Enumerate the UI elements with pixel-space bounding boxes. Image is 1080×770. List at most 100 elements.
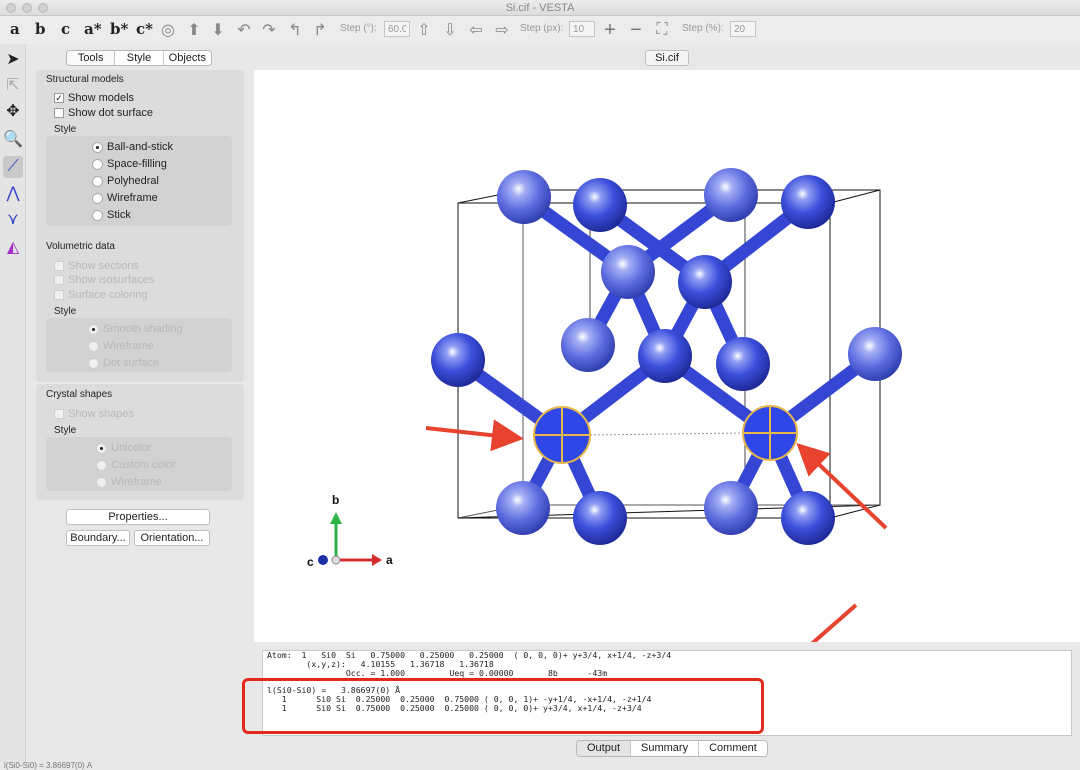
atom[interactable] [716, 337, 770, 391]
orientation-button[interactable]: Orientation... [134, 530, 210, 546]
atom[interactable] [573, 491, 627, 545]
toolbar: a b c a* b* c* ◎ ⬆ ⬇ ↶ ↷ ↰ ↱ Step (°): ⇧… [0, 16, 1080, 44]
boundary-button[interactable]: Boundary... [66, 530, 130, 546]
show-isosurfaces-checkbox[interactable]: Show isosurfaces [54, 274, 154, 286]
volumetric-style-box: Smooth shading Wireframe Dot surface [46, 318, 232, 372]
atoms [431, 168, 902, 545]
rotate-ccw-icon[interactable]: ↰ [285, 20, 305, 40]
rotate-left-icon[interactable]: ↶ [234, 20, 254, 40]
axes-gizmo: a b c [307, 493, 393, 569]
step-deg-label: Step (°): [340, 23, 377, 34]
volumetric-data-title: Volumetric data [46, 241, 115, 252]
selected-atom-left[interactable] [533, 406, 591, 464]
distance-measure-line [589, 432, 745, 436]
axis-b-label: b [332, 493, 339, 507]
ball-and-stick-radio[interactable]: Ball-and-stick [92, 141, 173, 153]
space-filling-radio[interactable]: Space-filling [92, 158, 167, 170]
dot-surface-radio[interactable]: Dot surface [88, 357, 159, 369]
show-dot-surface-checkbox[interactable]: Show dot surface [54, 107, 153, 119]
unicolor-radio[interactable]: Unicolor [96, 442, 151, 454]
show-models-checkbox[interactable]: ✓ Show models [54, 92, 134, 104]
window-title: Si.cif - VESTA [505, 2, 575, 14]
fit-to-window-icon[interactable]: ⛶ [652, 20, 672, 40]
crystal-wireframe-radio[interactable]: Wireframe [96, 476, 162, 488]
atom[interactable] [638, 329, 692, 383]
rotate-up-icon[interactable]: ⬆ [184, 20, 204, 40]
output-annotation-box [242, 678, 764, 734]
tool-palette: ➤ ⇱ ✥ 🔍 ⟋ ⋀ ⋎ ◭ [0, 44, 26, 770]
atom[interactable] [848, 327, 902, 381]
atom[interactable] [497, 170, 551, 224]
view-along-c-button[interactable]: c [61, 20, 70, 38]
custom-color-radio[interactable]: Custom color [96, 459, 176, 471]
select-tool-icon[interactable]: ➤ [3, 48, 23, 70]
volumetric-style-title: Style [54, 306, 77, 317]
axis-c-label: c [307, 555, 314, 569]
atom[interactable] [781, 175, 835, 229]
atom[interactable] [601, 245, 655, 299]
tab-tools[interactable]: Tools [67, 51, 116, 65]
translate-tool-icon[interactable]: ✥ [3, 100, 23, 122]
arrow-left-annotation [425, 419, 524, 452]
atom[interactable] [496, 481, 550, 535]
plane-tool-icon[interactable]: ◭ [3, 236, 23, 258]
view-along-c-star-button[interactable]: c* [136, 20, 153, 38]
rotate-cw-icon[interactable]: ↱ [310, 20, 330, 40]
tab-comment[interactable]: Comment [699, 741, 767, 756]
view-along-b-star-button[interactable]: b* [110, 20, 128, 38]
structural-style-box: Ball-and-stick Space-filling Polyhedral … [46, 136, 232, 226]
angle-tool-icon[interactable]: ⋀ [3, 182, 23, 204]
polyhedral-radio[interactable]: Polyhedral [92, 175, 159, 187]
step-deg-input[interactable] [384, 21, 410, 37]
vesta-window: Si.cif - VESTA a b c a* b* c* ◎ ⬆ ⬇ ↶ ↷ … [0, 0, 1080, 770]
zoom-out-icon[interactable]: − [626, 19, 646, 41]
selected-atom-right[interactable] [742, 405, 798, 461]
tab-objects[interactable]: Objects [163, 51, 211, 65]
smooth-shading-radio[interactable]: Smooth shading [88, 323, 183, 335]
surface-coloring-checkbox[interactable]: Surface coloring [54, 289, 148, 301]
atom[interactable] [704, 481, 758, 535]
side-panel: Tools Style Objects Structural models ✓ S… [34, 48, 246, 758]
move-down-icon[interactable]: ⇩ [440, 20, 460, 40]
volumetric-wireframe-radio[interactable]: Wireframe [88, 340, 154, 352]
show-shapes-checkbox[interactable]: Show shapes [54, 408, 134, 420]
viewport-tab[interactable]: Si.cif [645, 50, 689, 66]
crystal-structure-view[interactable]: a b c [254, 70, 1080, 687]
rotate-right-icon[interactable]: ↷ [259, 20, 279, 40]
view-along-a-star-button[interactable]: a* [84, 20, 102, 38]
distance-tool-icon[interactable]: ⟋ [3, 156, 23, 178]
stick-radio[interactable]: Stick [92, 209, 131, 221]
tab-output[interactable]: Output [577, 741, 632, 756]
step-pct-label: Step (%): [682, 23, 724, 34]
atom[interactable] [561, 318, 615, 372]
magnifier-tool-icon[interactable]: 🔍 [3, 128, 23, 150]
output-tabs: Output Summary Comment [576, 740, 768, 757]
dihedral-tool-icon[interactable]: ⋎ [3, 208, 23, 230]
atom[interactable] [431, 333, 485, 387]
select-region-tool-icon[interactable]: ⇱ [3, 74, 23, 96]
atom[interactable] [678, 255, 732, 309]
wireframe-radio[interactable]: Wireframe [92, 192, 158, 204]
side-tabs: Tools Style Objects [66, 50, 212, 66]
step-px-input[interactable] [569, 21, 595, 37]
crystal-style-title: Style [54, 425, 77, 436]
show-sections-checkbox[interactable]: Show sections [54, 260, 139, 272]
standard-orientation-icon[interactable]: ◎ [158, 20, 178, 40]
step-px-label: Step (px): [520, 23, 564, 34]
tab-style[interactable]: Style [115, 51, 164, 65]
atom[interactable] [704, 168, 758, 222]
view-along-b-button[interactable]: b [35, 20, 46, 38]
atom[interactable] [781, 491, 835, 545]
zoom-in-icon[interactable]: + [600, 19, 620, 41]
atom[interactable] [573, 178, 627, 232]
view-along-a-button[interactable]: a [10, 20, 20, 38]
properties-button[interactable]: Properties... [66, 509, 210, 525]
move-right-icon[interactable]: ⇨ [492, 20, 512, 40]
crystal-shapes-group: Crystal shapes Show shapes Style Unicolo… [36, 384, 244, 500]
move-left-icon[interactable]: ⇦ [466, 20, 486, 40]
tab-summary[interactable]: Summary [631, 741, 700, 756]
step-pct-input[interactable] [730, 21, 756, 37]
rotate-down-icon[interactable]: ⬇ [208, 20, 228, 40]
move-up-icon[interactable]: ⇧ [414, 20, 434, 40]
structure-viewport[interactable]: a b c [254, 70, 1080, 687]
